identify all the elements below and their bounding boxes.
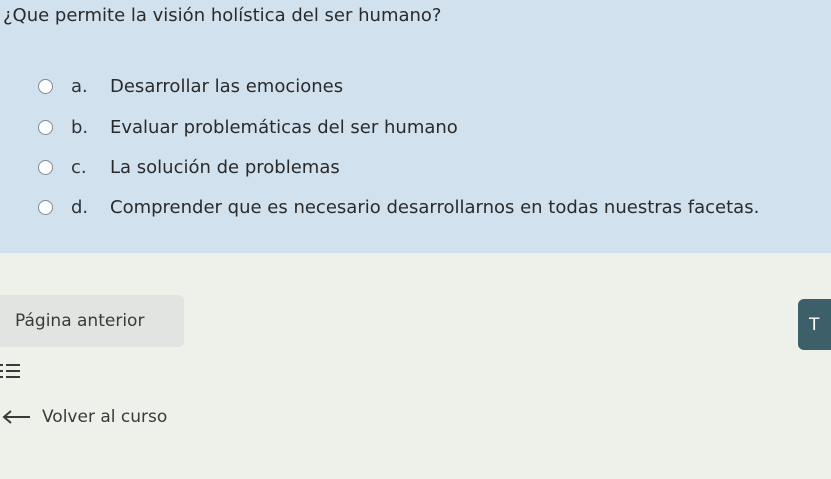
option-b[interactable]: b. Evaluar problemáticas del ser humano	[38, 114, 458, 140]
radio-option-b[interactable]	[38, 119, 53, 135]
option-label: Desarrollar las emociones	[110, 75, 344, 97]
option-letter: d.	[71, 196, 89, 218]
back-to-course-label: Volver al curso	[42, 407, 168, 427]
option-label: Evaluar problemáticas del ser humano	[110, 116, 458, 138]
question-text: ¿Que permite la visión holística del ser…	[3, 5, 442, 26]
next-page-button[interactable]: T	[798, 299, 831, 350]
option-letter: c.	[71, 156, 87, 178]
previous-page-button[interactable]: Página anterior	[0, 295, 184, 347]
option-label: La solución de problemas	[110, 156, 340, 178]
arrow-left-icon	[2, 410, 30, 424]
option-a[interactable]: a. Desarrollar las emociones	[38, 73, 343, 99]
option-letter: b.	[71, 116, 89, 138]
option-d[interactable]: d. Comprender que es necesario desarroll…	[38, 194, 759, 220]
option-c[interactable]: c. La solución de problemas	[38, 154, 340, 180]
option-label: Comprender que es necesario desarrollarn…	[110, 196, 760, 218]
list-icon[interactable]	[0, 362, 22, 380]
radio-option-a[interactable]	[38, 78, 53, 94]
option-letter: a.	[71, 75, 88, 97]
question-panel: ¿Que permite la visión holística del ser…	[0, 0, 831, 253]
radio-option-d[interactable]	[38, 199, 53, 215]
back-to-course-link[interactable]: Volver al curso	[0, 405, 167, 429]
radio-option-c[interactable]	[38, 159, 53, 175]
